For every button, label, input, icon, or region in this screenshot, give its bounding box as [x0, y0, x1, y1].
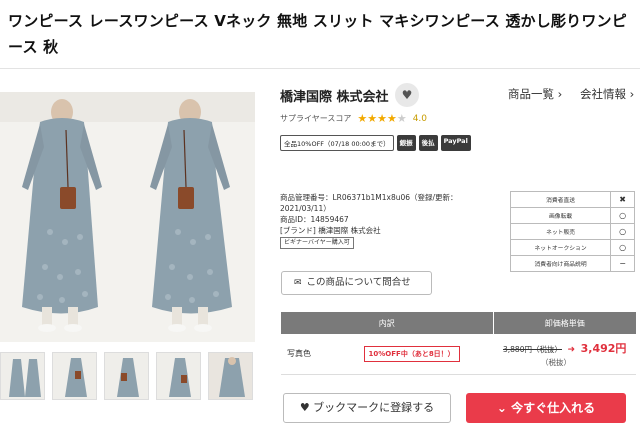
price-table: 内訳 卸価格単価 写真色 10%OFF中（あと8日！） 3,880円（税抜） ➜… — [281, 312, 636, 375]
price-row: 写真色 10%OFF中（あと8日！） 3,880円（税抜） ➜ 3,492円 （… — [281, 334, 636, 375]
rating-stars: ★★★★★ — [357, 112, 407, 125]
favorite-supplier-button[interactable]: ♥ — [395, 83, 419, 107]
original-price: 3,880円（税抜） — [503, 344, 562, 354]
permission-mark: − — [610, 255, 635, 272]
buy-label: 今すぐ仕入れる — [511, 401, 596, 415]
product-title: ワンピース レースワンピース Vネック 無地 スリット マキシワンピース 透かし… — [8, 12, 627, 56]
variant-name: 写真色 — [287, 348, 311, 358]
paypal-badge: PayPal — [440, 135, 471, 151]
permission-row: ネットオークション ○ — [509, 239, 635, 256]
discount-price: 3,492円 — [580, 341, 627, 355]
tax-note: （税抜） — [541, 357, 571, 367]
payment-badges: 全品10%OFF（07/18 00:00まで） 銀振 後払 PayPal — [280, 135, 471, 151]
brand: [ブランド] 橋津国際 株式会社 — [280, 226, 381, 235]
discount-badge: 10%OFF中（あと8日！） — [363, 345, 460, 362]
mail-icon: ✉ — [294, 278, 302, 288]
permission-row: 画像転載 ○ — [509, 207, 635, 224]
inquiry-label: この商品について問合せ — [306, 277, 411, 288]
product-list-link[interactable]: 商品一覧 › — [508, 86, 562, 102]
thumbnail-strip — [0, 352, 260, 402]
dress-photo — [0, 92, 255, 342]
permission-row: ネット販売 ○ — [509, 223, 635, 240]
heart-icon: ♥ — [401, 88, 413, 102]
company-info-link[interactable]: 会社情報 › — [580, 86, 634, 102]
variant-cell: 写真色 10%OFF中（あと8日！） — [281, 334, 493, 375]
permission-mark: ○ — [610, 207, 635, 224]
wholesale-price-header: 卸価格単価 — [493, 312, 636, 334]
permission-label: ネットオークション — [509, 239, 612, 256]
permission-row: 消費者直送 ✖ — [509, 191, 635, 208]
thumbnail-4[interactable] — [156, 352, 201, 400]
deferred-payment-badge: 後払 — [418, 135, 438, 151]
thumbnail-2[interactable] — [52, 352, 97, 400]
thumbnail-1[interactable] — [0, 352, 45, 400]
beginner-buyer-tag: ビギナーバイヤー購入可 — [280, 237, 354, 249]
buy-now-button[interactable]: ⌄ 今すぐ仕入れる — [466, 393, 626, 423]
score-value: 4.0 — [412, 113, 428, 124]
permission-mark: ○ — [610, 223, 635, 240]
promo-badge: 全品10%OFF（07/18 00:00まで） — [280, 135, 394, 151]
bank-transfer-badge: 銀振 — [396, 135, 416, 151]
permission-label: 画像転載 — [509, 207, 612, 224]
thumbnail-3[interactable] — [104, 352, 149, 400]
arrow-right-icon: ➜ — [567, 344, 576, 355]
bookmark-button[interactable]: ♥ ブックマークに登録する — [283, 393, 451, 423]
registration-date: 2021/03/11） — [280, 204, 331, 213]
divider — [0, 68, 640, 69]
heart-icon: ♥ — [299, 401, 314, 414]
product-main-image[interactable] — [0, 92, 255, 342]
inquiry-button[interactable]: ✉ この商品について問合せ — [281, 271, 432, 295]
permission-mark: ✖ — [610, 191, 635, 208]
permission-row: 消費者向け商品説明 − — [509, 255, 635, 272]
score-label: サプライヤースコア — [280, 114, 352, 123]
permissions-table: 消費者直送 ✖ 画像転載 ○ ネット販売 ○ ネットオークション ○ 消費者向け… — [509, 191, 635, 272]
double-chevron-down-icon: ⌄ — [496, 401, 512, 415]
permission-label: ネット販売 — [509, 223, 612, 240]
product-id: 商品ID：14859467 — [280, 215, 349, 224]
thumbnail-5[interactable] — [208, 352, 253, 400]
bookmark-label: ブックマークに登録する — [313, 401, 435, 414]
supplier-score: サプライヤースコア ★★★★★ 4.0 — [280, 112, 427, 125]
permission-label: 消費者直送 — [509, 191, 612, 208]
breakdown-header: 内訳 — [281, 312, 494, 334]
permission-mark: ○ — [610, 239, 635, 256]
management-number: 商品管理番号：LR06371b1M1x8u06（登録/更新： — [280, 193, 458, 202]
price-cell: 3,880円（税抜） ➜ 3,492円 （税抜） — [493, 334, 636, 375]
supplier-name[interactable]: 橋津国際 株式会社 — [280, 86, 389, 105]
product-info: 商品管理番号：LR06371b1M1x8u06（登録/更新： 2021/03/1… — [280, 192, 495, 249]
permission-label: 消費者向け商品説明 — [509, 255, 612, 272]
